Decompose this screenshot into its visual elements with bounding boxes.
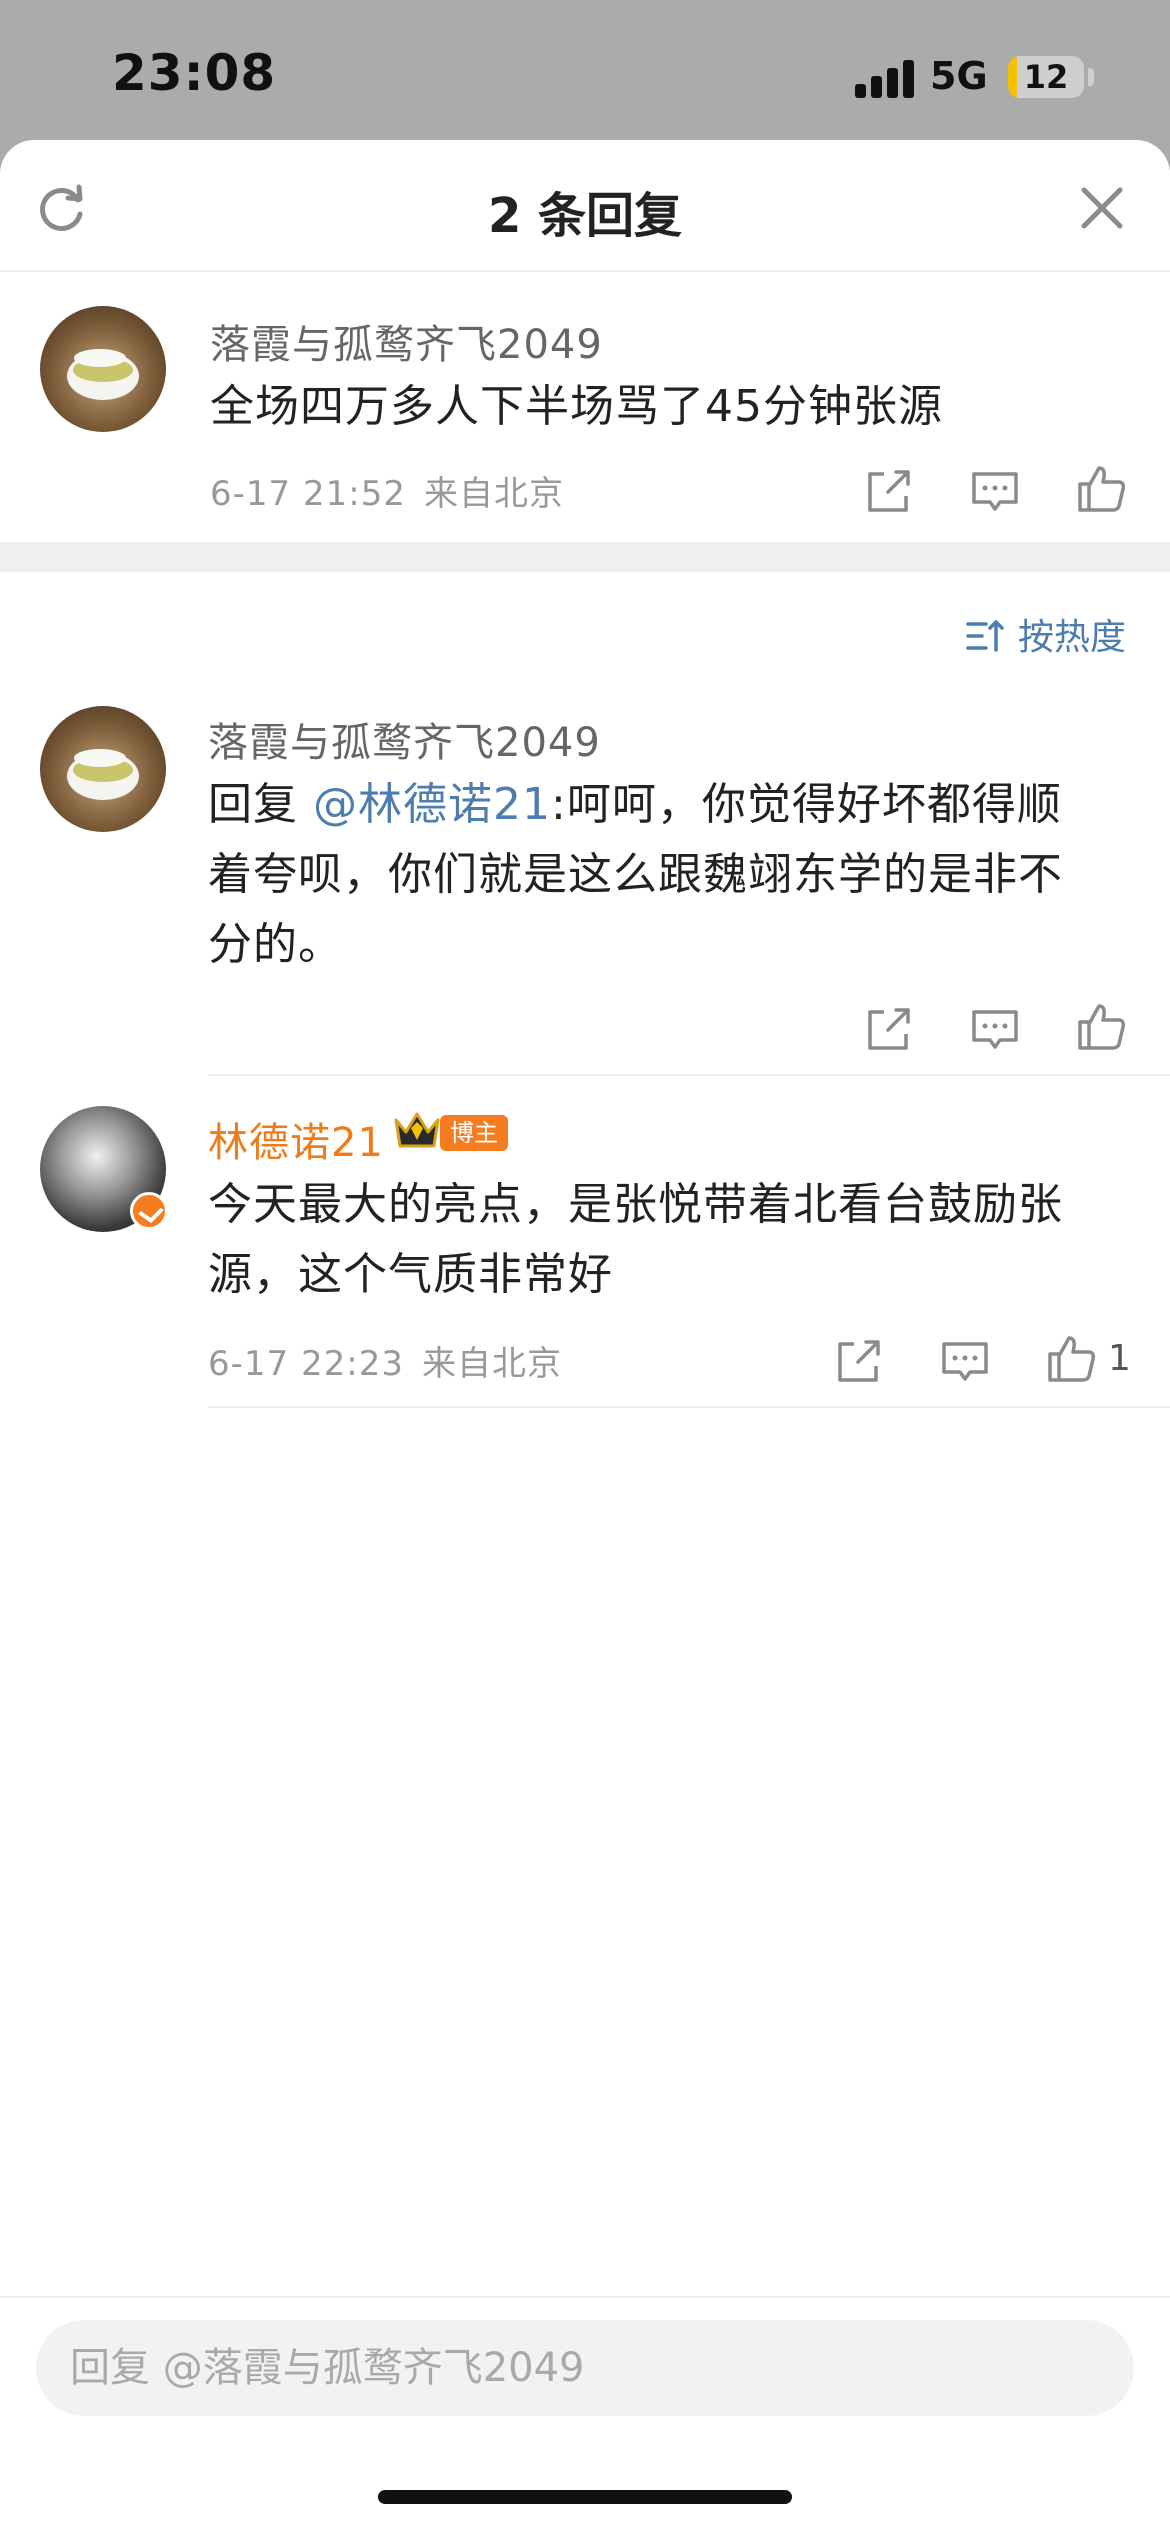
share-icon[interactable] (862, 1002, 916, 1056)
replies-sheet: 2 条回复 落霞与孤鹜齐飞2049 全场四万多人下半场骂了45分钟张源 6-17… (0, 140, 1170, 2532)
username[interactable]: 林德诺21 (208, 1110, 384, 1168)
reply-input[interactable] (36, 2320, 1134, 2416)
comment-line: 着夸呗，你们就是这么跟魏翊东学的是非不 (208, 849, 1063, 900)
like-icon[interactable] (1074, 462, 1128, 516)
comment-location: 来自北京 (423, 474, 564, 514)
network-label: 5G (930, 54, 988, 98)
comment-line-text: :呵呵，你觉得好坏都得顺 (551, 779, 1062, 830)
comment-text: 回复 @林德诺21:呵呵，你觉得好坏都得顺 着夸呗，你们就是这么跟魏翊东学的是非… (208, 770, 1128, 980)
status-time: 23:08 (112, 44, 277, 102)
comment-meta: 6-17 21:52 来自北京 (210, 466, 564, 515)
comment-text: 全场四万多人下半场骂了45分钟张源 (210, 381, 943, 432)
sort-icon (966, 616, 1006, 656)
mention-link[interactable]: @林德诺21 (313, 779, 551, 830)
avatar[interactable] (40, 706, 166, 832)
sort-label: 按热度 (1018, 617, 1127, 658)
blogger-badge: 博主 (440, 1115, 508, 1151)
battery-cap (1088, 68, 1094, 86)
reply-prefix: 回复 (208, 779, 313, 830)
share-icon[interactable] (832, 1334, 886, 1388)
home-indicator[interactable] (378, 2490, 792, 2504)
comment-text: 今天最大的亮点，是张悦带着北看台鼓励张 源，这个气质非常好 (208, 1170, 1128, 1310)
verified-badge-icon (130, 1192, 168, 1230)
like-count: 1 (1108, 1338, 1131, 1379)
row-divider (208, 1074, 1170, 1076)
battery-icon: 12 (1008, 56, 1084, 98)
comment-icon[interactable] (938, 1334, 992, 1388)
root-comment: 落霞与孤鹜齐飞2049 全场四万多人下半场骂了45分钟张源 6-17 21:52… (0, 140, 1170, 542)
username[interactable]: 落霞与孤鹜齐飞2049 (208, 710, 601, 768)
comment-line: 分的。 (208, 919, 343, 970)
comment-line: 回复 @林德诺21:呵呵，你觉得好坏都得顺 (208, 770, 1128, 840)
comment-date: 6-17 21:52 (210, 474, 406, 514)
comment-date: 6-17 22:23 (208, 1344, 404, 1384)
avatar[interactable] (40, 306, 166, 432)
section-divider (0, 542, 1170, 572)
username[interactable]: 落霞与孤鹜齐飞2049 (210, 312, 603, 370)
comment-line: 源，这个气质非常好 (208, 1249, 613, 1300)
status-bar: 23:08 5G 12 (0, 0, 1170, 140)
signal-icon (855, 58, 915, 98)
share-icon[interactable] (862, 464, 916, 518)
comment-location: 来自北京 (421, 1344, 562, 1384)
comment-icon[interactable] (968, 1002, 1022, 1056)
comment-meta: 6-17 22:23 来自北京 (208, 1336, 562, 1385)
comment-icon[interactable] (968, 464, 1022, 518)
battery-level: 12 (1023, 58, 1069, 96)
row-divider (208, 1406, 1170, 1408)
crown-icon (392, 1110, 442, 1152)
like-icon[interactable] (1074, 1000, 1128, 1054)
like-icon[interactable] (1044, 1332, 1098, 1386)
comment-line: 今天最大的亮点，是张悦带着北看台鼓励张 (208, 1179, 1063, 1230)
